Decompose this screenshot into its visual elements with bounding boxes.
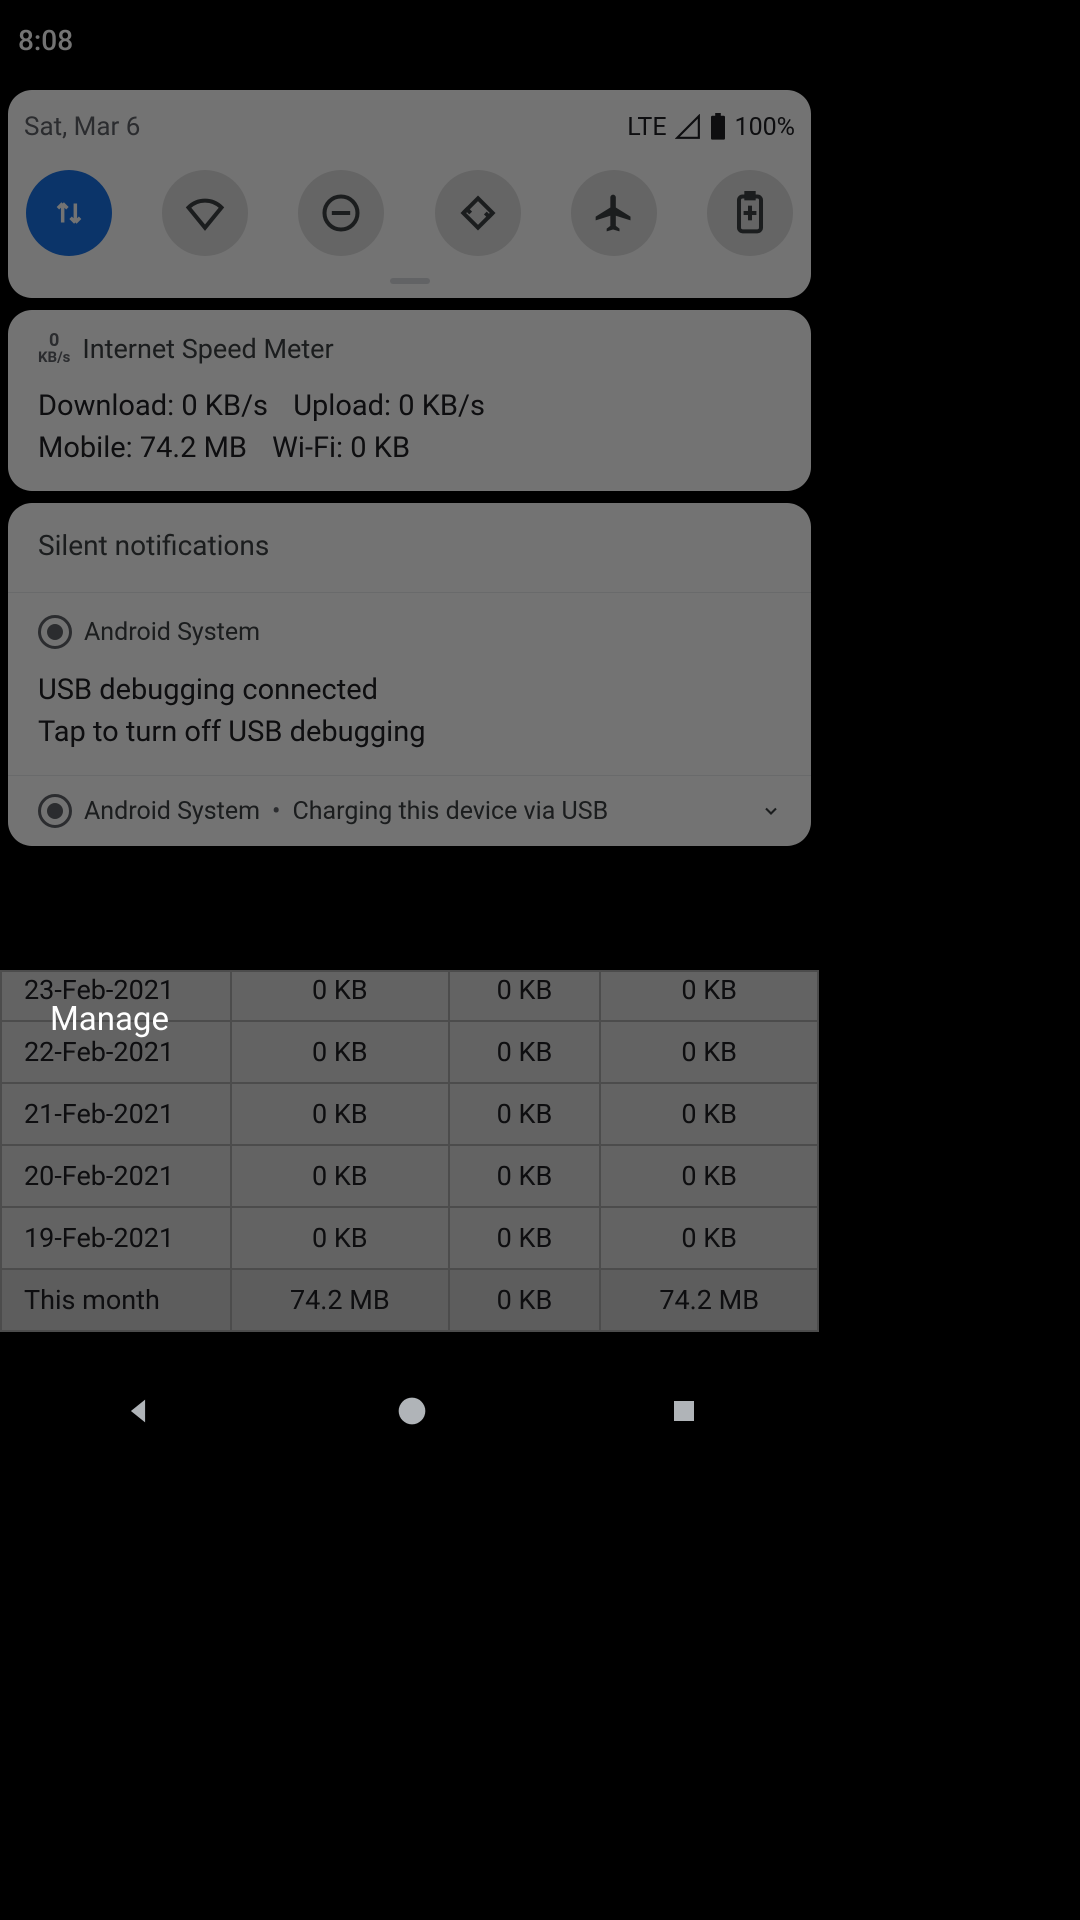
status-bar: 8:08	[0, 0, 819, 69]
silent-header: Silent notifications	[38, 525, 781, 570]
navigation-bar	[0, 1366, 819, 1456]
tile-wifi[interactable]	[162, 170, 248, 256]
table-row: 20-Feb-20210 KB0 KB0 KB	[1, 1145, 818, 1207]
table-row: 21-Feb-20210 KB0 KB0 KB	[1, 1083, 818, 1145]
manage-button[interactable]: Manage	[50, 1000, 169, 1039]
android-system-icon	[38, 615, 72, 649]
table-total-row: This month74.2 MB0 KB74.2 MB	[1, 1269, 818, 1331]
wifi-icon	[183, 191, 227, 235]
speed-meter-icon: 0 KB/s	[38, 332, 70, 365]
auto-rotate-icon	[456, 191, 500, 235]
notification-speed-meter[interactable]: 0 KB/s Internet Speed Meter Download: 0 …	[8, 310, 811, 491]
notification-body: Download: 0 KB/s Upload: 0 KB/s Mobile: …	[38, 385, 781, 469]
notification-usb-debug[interactable]: Android System USB debugging connected T…	[8, 593, 811, 775]
mobile-data-icon	[50, 194, 88, 232]
qs-date: Sat, Mar 6	[24, 112, 140, 142]
nav-back-button[interactable]	[121, 1394, 155, 1428]
android-system-icon	[38, 794, 72, 828]
signal-icon	[675, 114, 701, 140]
tile-dnd[interactable]	[298, 170, 384, 256]
tile-airplane[interactable]	[571, 170, 657, 256]
notification-body: USB debugging connected Tap to turn off …	[38, 669, 781, 753]
airplane-icon	[592, 191, 636, 235]
dnd-icon	[319, 191, 363, 235]
chevron-down-icon[interactable]	[761, 798, 781, 824]
nav-home-button[interactable]	[396, 1395, 428, 1427]
battery-saver-icon	[733, 191, 767, 235]
battery-icon	[709, 113, 727, 141]
app-name: Internet Speed Meter	[82, 333, 333, 365]
notification-charging[interactable]: Android System • Charging this device vi…	[8, 776, 811, 846]
tile-auto-rotate[interactable]	[435, 170, 521, 256]
status-time: 8:08	[18, 24, 73, 57]
tile-mobile-data[interactable]	[26, 170, 112, 256]
qs-status-icons: LTE 100%	[627, 113, 795, 142]
qs-drag-handle[interactable]	[390, 278, 430, 284]
battery-pct: 100%	[735, 113, 795, 142]
quick-settings-panel[interactable]: Sat, Mar 6 LTE 100%	[8, 90, 811, 298]
nav-recent-button[interactable]	[669, 1396, 699, 1426]
table-row: 19-Feb-20210 KB0 KB0 KB	[1, 1207, 818, 1269]
tile-battery-saver[interactable]	[707, 170, 793, 256]
app-name: Android System	[84, 618, 260, 647]
silent-notifications-group: Silent notifications Android System USB …	[8, 503, 811, 846]
network-label: LTE	[627, 113, 666, 142]
